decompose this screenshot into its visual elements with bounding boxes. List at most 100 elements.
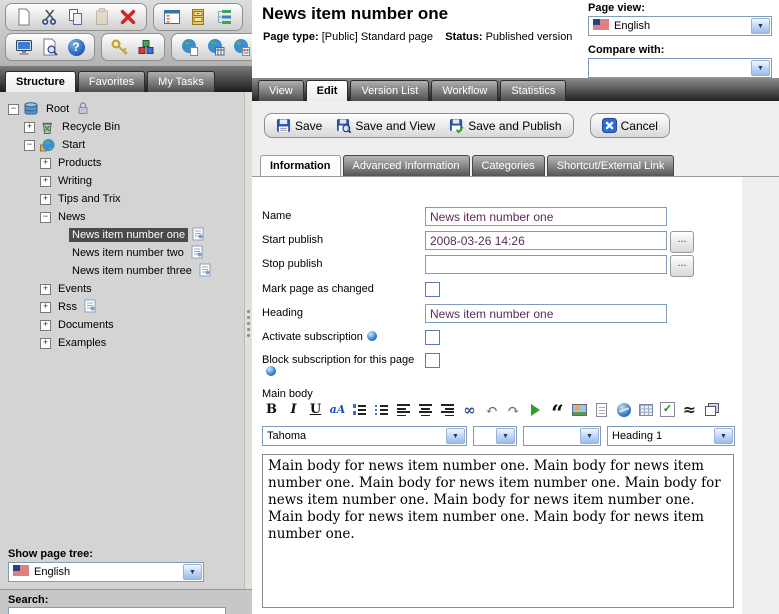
popup-window-icon[interactable] <box>702 400 721 419</box>
main-body-editor[interactable]: Main body for news item number one. Main… <box>262 454 734 608</box>
font-name-select[interactable]: Tahoma <box>262 426 467 446</box>
tree-item-news-one[interactable]: News item number one <box>0 226 244 244</box>
tab-view[interactable]: View <box>258 80 304 101</box>
start-publish-picker-button[interactable]: ... <box>670 231 694 253</box>
globe-report-icon[interactable] <box>231 36 253 58</box>
tab-structure[interactable]: Structure <box>5 71 76 92</box>
expand-icon[interactable]: + <box>40 338 51 349</box>
name-input[interactable] <box>425 207 667 226</box>
tab-favorites[interactable]: Favorites <box>78 71 145 92</box>
tab-advanced-information[interactable]: Advanced Information <box>343 155 470 176</box>
document-preview-icon[interactable] <box>39 36 61 58</box>
dropdown-arrow-icon[interactable] <box>580 428 599 444</box>
dropdown-arrow-icon[interactable] <box>751 60 770 76</box>
tab-categories[interactable]: Categories <box>472 155 545 176</box>
bold-icon[interactable] <box>262 400 281 419</box>
font-size-select[interactable] <box>473 426 517 446</box>
dropdown-arrow-icon[interactable] <box>496 428 515 444</box>
dropdown-arrow-icon[interactable] <box>446 428 465 444</box>
blocks-icon[interactable] <box>135 36 157 58</box>
compare-with-select[interactable] <box>588 58 772 78</box>
save-button[interactable]: Save <box>276 118 322 133</box>
tab-workflow[interactable]: Workflow <box>431 80 498 101</box>
file-archive-icon[interactable] <box>187 6 209 28</box>
expand-icon[interactable]: + <box>40 194 51 205</box>
tab-version-list[interactable]: Version List <box>350 80 429 101</box>
delete-icon[interactable] <box>117 6 139 28</box>
help-icon[interactable]: ? <box>65 36 87 58</box>
align-center-icon[interactable] <box>416 400 435 419</box>
align-left-icon[interactable] <box>394 400 413 419</box>
collapse-icon[interactable]: − <box>40 212 51 223</box>
start-publish-input[interactable] <box>425 231 667 250</box>
tree-item-tips-and-trix[interactable]: + Tips and Trix <box>0 190 244 208</box>
activate-subscription-checkbox[interactable] <box>425 330 440 345</box>
tree-item-start[interactable]: − Start <box>0 136 244 154</box>
tree-item-rss[interactable]: + Rss <box>0 298 244 316</box>
tree-item-root[interactable]: − Root <box>0 100 244 118</box>
expand-icon[interactable]: + <box>24 122 35 133</box>
save-and-view-button[interactable]: Save and View <box>336 118 435 133</box>
tree-item-news-two[interactable]: News item number two <box>0 244 244 262</box>
unordered-list-icon[interactable] <box>372 400 391 419</box>
hyperlink-icon[interactable] <box>614 400 633 419</box>
stop-publish-input[interactable] <box>425 255 667 274</box>
dropdown-arrow-icon[interactable] <box>751 18 770 34</box>
monitor-icon[interactable] <box>13 36 35 58</box>
tab-information[interactable]: Information <box>260 155 341 176</box>
tree-item-products[interactable]: + Products <box>0 154 244 172</box>
expand-icon[interactable]: + <box>40 284 51 295</box>
document-icon[interactable] <box>592 400 611 419</box>
expand-icon[interactable]: + <box>40 158 51 169</box>
tree-item-recycle-bin[interactable]: + Recycle Bin <box>0 118 244 136</box>
tree-structure-icon[interactable] <box>213 6 235 28</box>
tree-item-writing[interactable]: + Writing <box>0 172 244 190</box>
window-panel-icon[interactable] <box>161 6 183 28</box>
undo-icon[interactable] <box>482 400 501 419</box>
heading-input[interactable] <box>425 304 667 323</box>
key-icon[interactable] <box>109 36 131 58</box>
expand-icon[interactable]: + <box>40 320 51 331</box>
mark-changed-checkbox[interactable] <box>425 282 440 297</box>
dropdown-arrow-icon[interactable] <box>714 428 733 444</box>
dropdown-arrow-icon[interactable] <box>183 564 202 580</box>
tree-item-news-three[interactable]: News item number three <box>0 262 244 280</box>
underline-icon[interactable] <box>306 400 325 419</box>
image-icon[interactable] <box>570 400 589 419</box>
tab-edit[interactable]: Edit <box>306 80 349 101</box>
globe-page-icon[interactable] <box>179 36 201 58</box>
expand-icon[interactable]: + <box>40 176 51 187</box>
collapse-icon[interactable]: − <box>24 140 35 151</box>
spellcheck-icon[interactable] <box>658 400 677 419</box>
redo-icon[interactable] <box>504 400 523 419</box>
table-icon[interactable] <box>636 400 655 419</box>
stop-publish-picker-button[interactable]: ... <box>670 255 694 277</box>
block-subscription-checkbox[interactable] <box>425 353 440 368</box>
font-color-icon[interactable] <box>328 400 347 419</box>
quote-icon[interactable] <box>548 400 567 419</box>
globe-table-icon[interactable] <box>205 36 227 58</box>
new-page-icon[interactable] <box>13 6 35 28</box>
search-input[interactable] <box>8 607 226 614</box>
tree-item-events[interactable]: + Events <box>0 280 244 298</box>
tree-item-examples[interactable]: + Examples <box>0 334 244 352</box>
style-select[interactable] <box>523 426 601 446</box>
ordered-list-icon[interactable] <box>350 400 369 419</box>
expand-icon[interactable]: + <box>40 302 51 313</box>
tree-item-news[interactable]: − News <box>0 208 244 226</box>
paragraph-format-select[interactable]: Heading 1 <box>607 426 735 446</box>
cut-icon[interactable] <box>39 6 61 28</box>
cancel-button[interactable]: Cancel <box>602 118 658 133</box>
find-icon[interactable] <box>460 400 479 419</box>
copy-icon[interactable] <box>65 6 87 28</box>
tab-shortcut-external-link[interactable]: Shortcut/External Link <box>547 155 675 176</box>
insert-dynamic-content-icon[interactable] <box>526 400 545 419</box>
page-tree-language-select[interactable]: English <box>8 562 204 582</box>
collapse-icon[interactable]: − <box>8 104 19 115</box>
italic-icon[interactable] <box>284 400 303 419</box>
align-right-icon[interactable] <box>438 400 457 419</box>
tab-my-tasks[interactable]: My Tasks <box>147 71 215 92</box>
tab-statistics[interactable]: Statistics <box>500 80 566 101</box>
save-and-publish-button[interactable]: Save and Publish <box>449 118 561 133</box>
remove-formatting-icon[interactable] <box>680 400 699 419</box>
